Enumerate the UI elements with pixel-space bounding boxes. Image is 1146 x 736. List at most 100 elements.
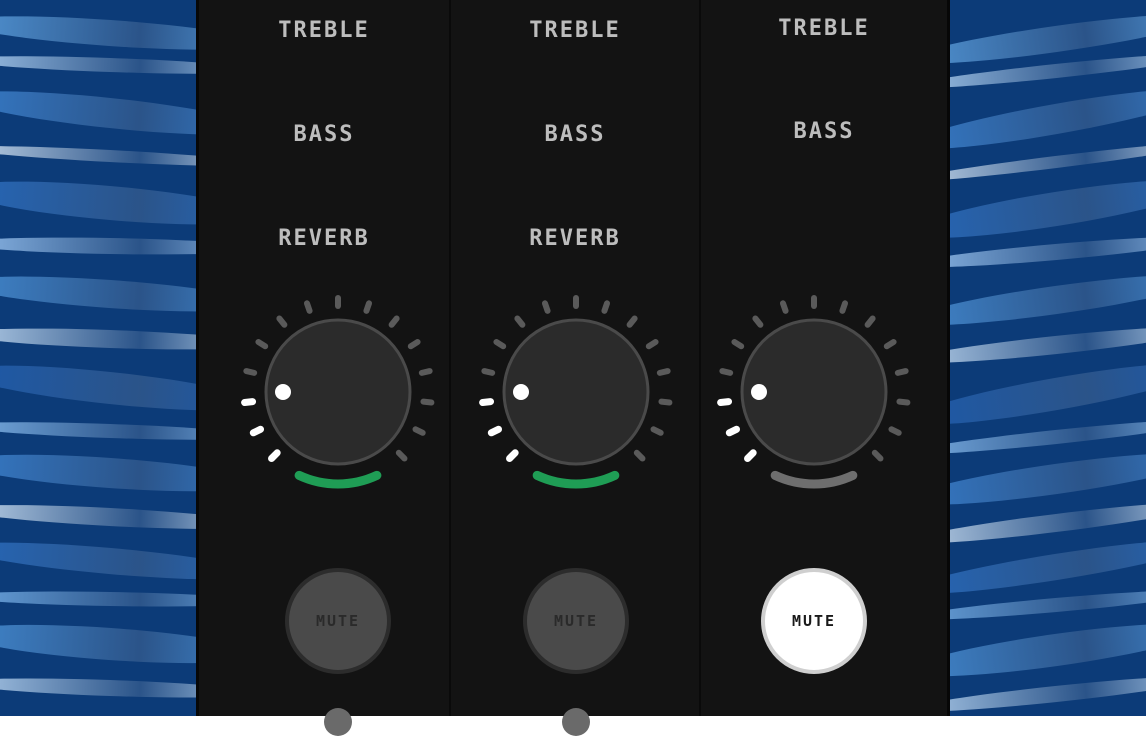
treble-label[interactable]: TREBLE: [701, 16, 947, 41]
mute-button-label: MUTE: [553, 612, 599, 630]
wallpaper-right: [946, 0, 1146, 716]
wallpaper-streak: [946, 168, 1146, 250]
reverb-label[interactable]: REVERB: [199, 226, 449, 251]
bass-label[interactable]: BASS: [701, 119, 947, 144]
wallpaper-streak: [946, 320, 1146, 370]
knob-tick: [888, 426, 902, 436]
knob-graphic: [717, 295, 911, 489]
wallpaper-streak: [0, 500, 200, 534]
wallpaper-streak: [946, 495, 1146, 551]
knob-graphic: [479, 295, 673, 489]
channel-strip-3: TREBLE BASS MUTE: [699, 0, 947, 716]
knob-tick: [514, 315, 526, 328]
knob-level-arc: [294, 470, 382, 489]
knob-tick: [883, 338, 897, 350]
wallpaper-streak: [0, 617, 200, 671]
knob-tick: [249, 425, 265, 437]
knob-tick: [241, 398, 257, 407]
wallpaper-streak: [0, 52, 200, 78]
knob-tick: [864, 315, 876, 328]
knob-tick: [493, 338, 507, 350]
knob-tick: [407, 338, 421, 350]
knob-tick: [363, 300, 373, 314]
mute-button[interactable]: MUTE: [761, 568, 867, 674]
knob-tick: [395, 449, 408, 462]
mute-button-label: MUTE: [315, 612, 361, 630]
knob-tick: [779, 300, 789, 314]
mute-button[interactable]: MUTE: [523, 568, 629, 674]
wallpaper-left: [0, 0, 200, 716]
wallpaper-streak: [0, 534, 200, 588]
wallpaper-streak: [946, 78, 1146, 160]
knob-tick: [276, 315, 288, 328]
bass-label[interactable]: BASS: [199, 122, 449, 147]
knob-indicator: [275, 384, 291, 400]
channel-strip-2: TREBLE BASS REVERB MUTE: [449, 0, 699, 736]
knob-tick: [481, 368, 496, 376]
mute-button[interactable]: MUTE: [285, 568, 391, 674]
knob-tick: [268, 449, 281, 462]
wallpaper-streak: [946, 443, 1146, 515]
wallpaper-streak: [0, 269, 200, 319]
wallpaper-streak: [0, 324, 200, 354]
knob-tick: [601, 300, 611, 314]
volume-knob[interactable]: [701, 282, 947, 502]
knob-level-arc: [532, 470, 620, 489]
knob-tick: [719, 368, 734, 376]
knob-tick: [725, 425, 741, 437]
bass-label[interactable]: BASS: [451, 122, 699, 147]
knob-tick: [731, 338, 745, 350]
wallpaper-streak: [946, 584, 1146, 626]
wallpaper-streak: [0, 447, 200, 499]
treble-label[interactable]: TREBLE: [451, 18, 699, 43]
wallpaper-streak: [0, 82, 200, 144]
volume-knob[interactable]: [451, 282, 699, 502]
knob-tick: [541, 300, 551, 314]
knob-tick: [388, 315, 400, 328]
knob-tick: [243, 368, 258, 376]
knob-tick: [479, 398, 495, 407]
knob-tick: [839, 300, 849, 314]
knob-tick: [626, 315, 638, 328]
knob-tick: [506, 449, 519, 462]
wallpaper-streak: [946, 230, 1146, 274]
treble-label[interactable]: TREBLE: [199, 18, 449, 43]
knob-tick: [645, 338, 659, 350]
volume-knob[interactable]: [199, 282, 449, 502]
fader-handle[interactable]: [324, 708, 352, 736]
knob-indicator: [513, 384, 529, 400]
knob-tick: [658, 398, 673, 406]
knob-indicator: [751, 384, 767, 400]
knob-tick: [650, 426, 664, 436]
reverb-label[interactable]: REVERB: [451, 226, 699, 251]
wallpaper-streak: [0, 674, 200, 702]
knob-graphic: [241, 295, 435, 489]
knob-tick: [633, 449, 646, 462]
knob-tick: [487, 425, 503, 437]
fader-handle[interactable]: [562, 708, 590, 736]
wallpaper-streak: [0, 172, 200, 234]
knob-tick: [717, 398, 733, 407]
wallpaper-streak: [0, 235, 200, 257]
knob-tick: [420, 398, 435, 406]
channel-strip-1: TREBLE BASS REVERB MUTE: [199, 0, 449, 736]
knob-tick: [896, 398, 911, 406]
knob-tick: [418, 368, 433, 376]
wallpaper-streak: [946, 613, 1146, 687]
knob-tick: [303, 300, 313, 314]
knob-tick: [744, 449, 757, 462]
wallpaper-streak: [0, 589, 200, 609]
mixer-panel: TREBLE BASS REVERB MUTE TREBLE BASS REVE…: [196, 0, 950, 736]
wallpaper-streak: [0, 418, 200, 444]
knob-tick: [412, 426, 426, 436]
knob-tick: [894, 368, 909, 376]
wallpaper-streak: [0, 142, 200, 170]
wallpaper-streak: [0, 9, 200, 57]
wallpaper-streak: [0, 356, 200, 420]
knob-tick: [752, 315, 764, 328]
knob-level-arc: [770, 470, 858, 489]
knob-tick: [255, 338, 269, 350]
knob-tick: [656, 368, 671, 376]
wallpaper-streak: [946, 265, 1146, 335]
knob-tick: [871, 449, 884, 462]
